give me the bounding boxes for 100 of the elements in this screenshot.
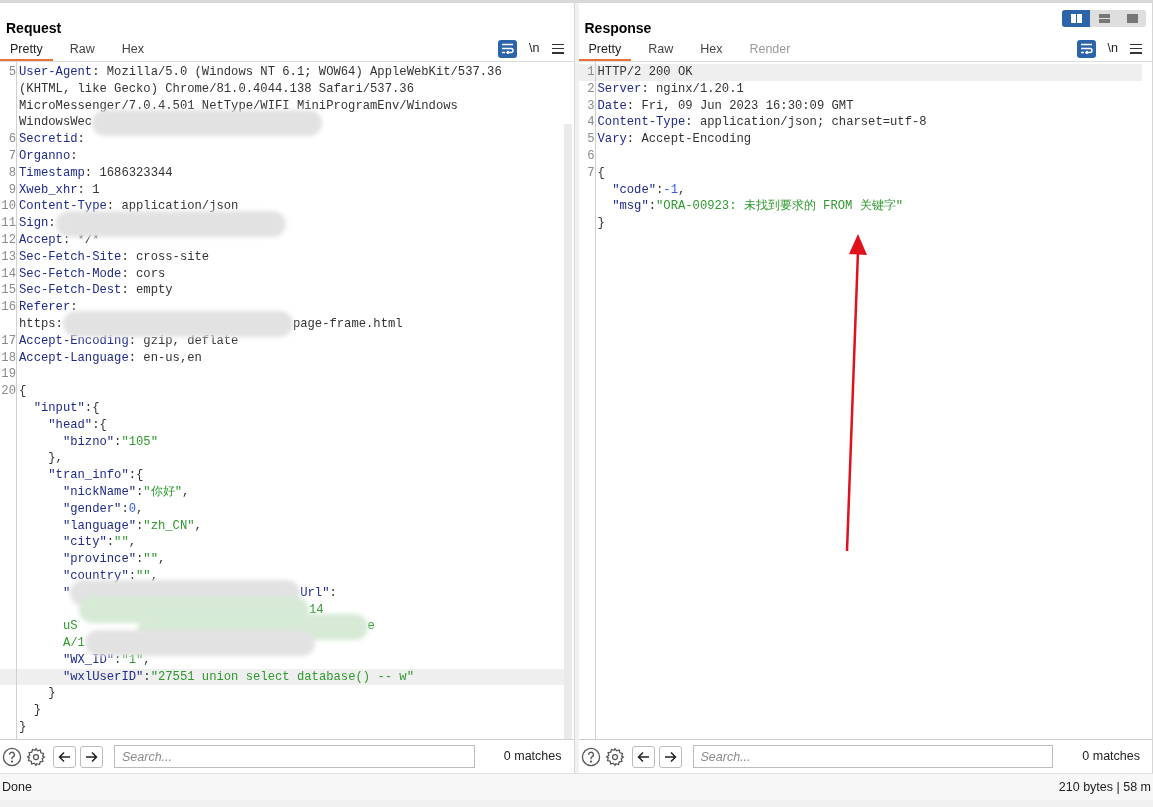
status-text: Done <box>2 778 32 796</box>
code-text: "你好" <box>143 483 182 501</box>
line-number: 6 <box>8 132 16 147</box>
code-text: , <box>128 534 137 552</box>
code-text: : gzip, deflate <box>128 332 239 350</box>
view-tab[interactable]: Pretty <box>0 39 53 61</box>
code-text: : en-us,en <box>128 349 202 367</box>
next-button[interactable] <box>658 745 682 768</box>
code-text: (KHTML, like Gecko) Chrome/81.0.4044.138 Safari/537.36 <box>19 80 414 98</box>
settings-icon[interactable] <box>26 746 46 767</box>
code-text: "27551 union select database() -- w" <box>150 668 414 686</box>
code-text: Url" <box>300 584 330 602</box>
code-text: : application/json <box>106 198 239 216</box>
previous-button[interactable] <box>631 745 655 768</box>
line-number: 12 <box>1 232 16 247</box>
code-text: 0 <box>128 500 137 518</box>
code-text: "city" <box>61 534 107 552</box>
code-text: : <box>136 483 144 501</box>
code-text: :{ <box>128 467 144 484</box>
code-text: : cross-site <box>121 248 210 266</box>
panel-title: Request <box>6 19 62 38</box>
code-text: "zh_CN" <box>143 517 195 535</box>
code-text: Accept-Language <box>19 349 129 367</box>
line-number: 18 <box>1 350 16 365</box>
code-text: Content-Type <box>19 198 107 216</box>
search-field[interactable]: Search... <box>114 745 475 768</box>
line-number: 13 <box>1 249 16 264</box>
code-text: :{ <box>84 399 100 417</box>
code-text: Server <box>597 80 642 98</box>
code-text: "" <box>136 567 151 585</box>
code-text: } <box>47 685 56 703</box>
match-count: 0 matches <box>1081 748 1141 766</box>
code-text: " <box>61 584 71 602</box>
next-button[interactable] <box>80 745 103 768</box>
code-text: e <box>367 618 375 636</box>
code-text: "105" <box>121 433 158 451</box>
line-number: 16 <box>1 300 16 315</box>
code-text: }, <box>47 450 63 468</box>
code-text: { <box>597 164 605 182</box>
code-text: : cors <box>121 265 166 283</box>
code-text: Organno <box>19 148 71 165</box>
code-text: : <box>143 668 151 686</box>
previous-button[interactable] <box>53 745 76 768</box>
code-text: } <box>19 719 27 736</box>
help-icon[interactable] <box>2 746 22 767</box>
wrap-lines-icon[interactable] <box>498 39 518 58</box>
left-arrow-icon <box>58 750 71 763</box>
code-text: : 1686323344 <box>84 164 173 182</box>
view-tab[interactable]: Hex <box>111 39 154 61</box>
view-tab[interactable]: Hex <box>690 39 733 61</box>
code-text: "wxlUserID" <box>61 668 144 686</box>
line-number: 5 <box>8 65 16 79</box>
code-text: page-frame.html <box>292 315 403 333</box>
newline-toggle[interactable]: \n <box>529 39 540 58</box>
code-text: -1 <box>663 181 678 199</box>
search-field[interactable]: Search... <box>692 745 1053 768</box>
right-arrow-icon <box>85 750 98 763</box>
view-tab[interactable]: Raw <box>638 39 684 61</box>
code-text: : 1 <box>77 181 100 199</box>
wrap-lines-icon[interactable] <box>1076 39 1096 58</box>
code-text: "country" <box>61 567 129 585</box>
code-text: User-Agent <box>19 64 93 81</box>
panel-title: Response <box>584 19 652 38</box>
layout-button[interactable] <box>1062 10 1090 27</box>
line-number: 7 <box>8 149 16 163</box>
code-text: Accept-Encoding <box>19 332 129 350</box>
code-text: : empty <box>121 282 173 300</box>
code-text: : nginx/1.20.1 <box>641 80 744 98</box>
code-text: "bizno" <box>61 433 115 451</box>
line-number: 17 <box>1 333 16 348</box>
view-tab[interactable]: Raw <box>59 39 105 61</box>
code-text: Timestamp <box>19 164 85 182</box>
settings-icon[interactable] <box>604 746 625 767</box>
menu-icon[interactable] <box>1130 43 1142 54</box>
code-text: : Accept-Encoding <box>626 131 752 148</box>
code-text: "nickName" <box>61 483 137 501</box>
code-text: Sign <box>19 215 49 232</box>
code-text: HTTP/2 200 OK <box>597 64 693 81</box>
code-text: : <box>136 517 144 535</box>
line-number: 5 <box>587 132 595 147</box>
view-tab[interactable]: Pretty <box>578 39 632 61</box>
right-arrow-icon <box>663 750 677 763</box>
code-text: A/1 <box>61 635 85 652</box>
code-text: , <box>136 500 144 518</box>
menu-icon[interactable] <box>551 43 564 54</box>
code-text: :{ <box>92 416 107 434</box>
line-number: 19 <box>1 367 16 382</box>
code-text: : application/json; charset=utf-8 <box>685 114 927 132</box>
code-text: } <box>32 702 41 720</box>
newline-toggle[interactable]: \n <box>1107 39 1118 58</box>
scrollbar[interactable] <box>563 124 572 739</box>
code-text: "WX_ID" <box>61 651 115 669</box>
help-icon[interactable] <box>580 746 601 767</box>
code-text: 14 <box>309 601 324 619</box>
code-text: : Mozilla/5.0 (Windows NT 6.1; WOW64) AppleWebKit/537.36 <box>92 64 502 81</box>
code-text: : <box>77 131 85 148</box>
code-text: "gender" <box>61 500 122 518</box>
code-text: "head" <box>47 416 93 434</box>
code-text: Xweb_xhr <box>19 181 78 199</box>
code-text: Secretid <box>19 131 78 148</box>
